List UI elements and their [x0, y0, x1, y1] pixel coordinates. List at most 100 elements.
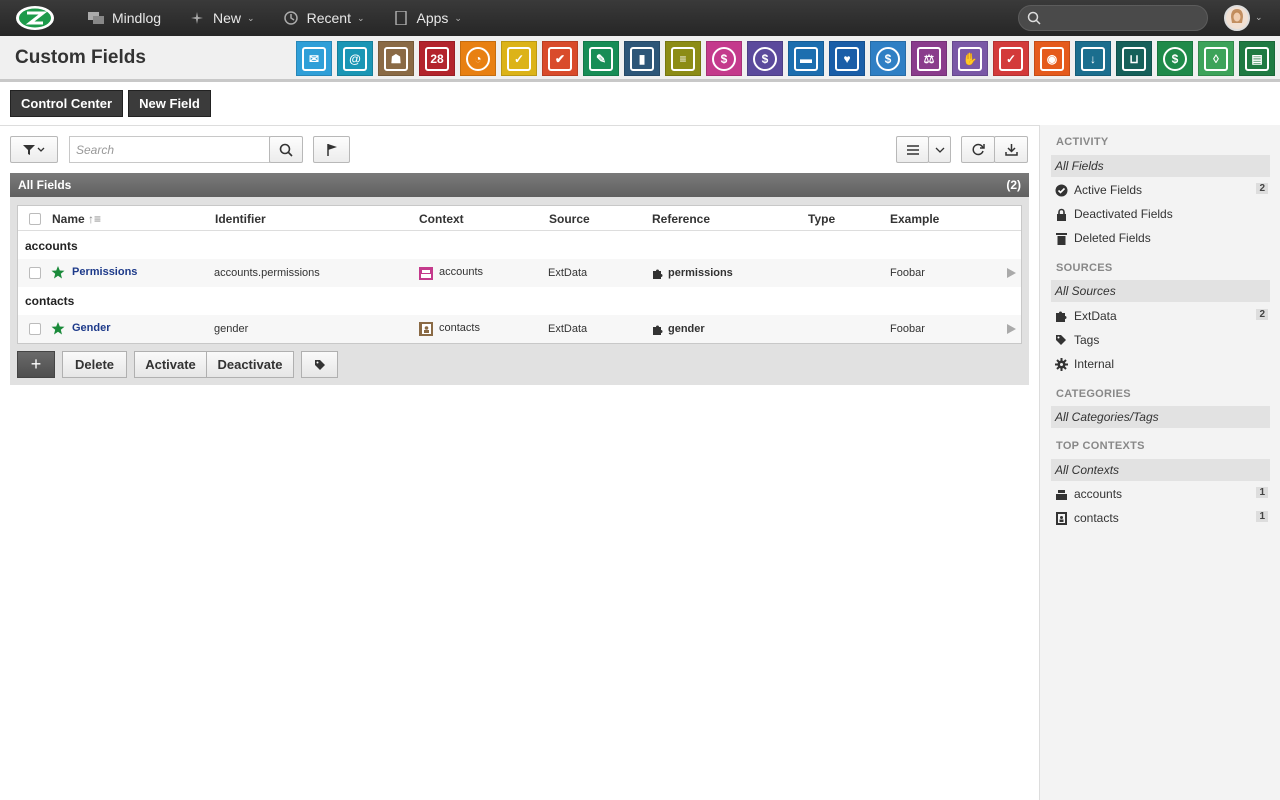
- row-checkbox[interactable]: [29, 323, 41, 335]
- sidebar-item-all-fields[interactable]: All Fields: [1051, 155, 1270, 177]
- filter-dropdown-button[interactable]: [10, 136, 58, 163]
- timer-app-icon[interactable]: ◔: [460, 41, 496, 76]
- database-app-icon-glyph: ▤: [1245, 46, 1269, 71]
- column-identifier[interactable]: Identifier: [215, 212, 266, 226]
- expenses-app-icon[interactable]: $: [870, 41, 906, 76]
- control-center-button[interactable]: Control Center: [10, 90, 123, 117]
- refresh-button[interactable]: [961, 136, 995, 163]
- user-avatar[interactable]: [1224, 5, 1250, 31]
- search-button[interactable]: [269, 136, 303, 163]
- deals-app-icon[interactable]: ✋: [952, 41, 988, 76]
- deactivate-button[interactable]: Deactivate: [207, 351, 294, 378]
- sidebar-item-active-fields[interactable]: Active Fields 2: [1055, 180, 1270, 200]
- sidebar-item-extdata[interactable]: ExtData 2: [1055, 306, 1270, 326]
- column-type[interactable]: Type: [808, 212, 835, 226]
- view-options-dropdown[interactable]: [928, 136, 951, 163]
- sidebar-item-context-contacts[interactable]: contacts 1: [1055, 508, 1270, 528]
- nav-apps-label: Apps: [416, 10, 449, 26]
- nav-apps[interactable]: Apps ⌄: [393, 10, 462, 26]
- column-name[interactable]: Name ↑≡: [52, 212, 101, 226]
- search-input[interactable]: Search: [69, 136, 270, 163]
- star-icon[interactable]: [51, 322, 65, 335]
- field-source: ExtData: [548, 323, 588, 335]
- sidebar: ACTIVITY All Fields Active Fields 2 Deac…: [1039, 125, 1280, 800]
- pdf-app-icon[interactable]: ✓: [993, 41, 1029, 76]
- nav-mindlog[interactable]: Mindlog: [88, 10, 161, 26]
- contacts-app-icon[interactable]: ☗: [378, 41, 414, 76]
- finance-app-icon[interactable]: $: [1157, 41, 1193, 76]
- broadcast-app-icon[interactable]: ◉: [1034, 41, 1070, 76]
- nav-new[interactable]: New ⌄: [189, 10, 255, 26]
- column-reference[interactable]: Reference: [652, 212, 710, 226]
- table-row[interactable]: Permissions accounts.permissions account…: [18, 259, 1021, 287]
- field-example: Foobar: [890, 323, 925, 335]
- count-badge: 1: [1256, 511, 1268, 522]
- search-icon: [1027, 11, 1041, 25]
- flag-icon: [326, 144, 337, 156]
- delete-button[interactable]: Delete: [62, 351, 127, 378]
- group-label: accounts: [25, 239, 78, 253]
- projects-app-icon[interactable]: ✔: [542, 41, 578, 76]
- sidebar-item-context-accounts[interactable]: accounts 1: [1055, 484, 1270, 504]
- column-example[interactable]: Example: [890, 212, 939, 226]
- logo-icon[interactable]: [12, 3, 58, 33]
- field-name-link[interactable]: Gender: [72, 322, 111, 334]
- documents-app-icon[interactable]: ≡: [665, 41, 701, 76]
- deals-app-icon-glyph: ✋: [958, 46, 982, 71]
- star-icon[interactable]: [51, 266, 65, 279]
- sidebar-item-deactivated-fields[interactable]: Deactivated Fields: [1055, 204, 1270, 224]
- sidebar-heading-sources: SOURCES: [1056, 262, 1113, 274]
- bookmarks-app-icon[interactable]: ▮: [624, 41, 660, 76]
- trash-icon: [1056, 232, 1067, 245]
- legal-app-icon[interactable]: ⚖: [911, 41, 947, 76]
- row-expand-arrow-icon[interactable]: [1006, 324, 1016, 334]
- support-app-icon[interactable]: ♥: [829, 41, 865, 76]
- notes-app-icon[interactable]: ✎: [583, 41, 619, 76]
- billing-app-icon[interactable]: $: [747, 41, 783, 76]
- nav-recent[interactable]: Recent ⌄: [283, 10, 365, 26]
- avatar-chevron-down-icon[interactable]: ⌄: [1255, 12, 1263, 23]
- global-search-input[interactable]: [1018, 5, 1208, 31]
- mail-app-icon-glyph: ✉: [302, 46, 326, 71]
- calendar-app-icon[interactable]: 28: [419, 41, 455, 76]
- sidebar-item-all-categories[interactable]: All Categories/Tags: [1051, 406, 1270, 428]
- database-app-icon[interactable]: ▤: [1239, 41, 1275, 76]
- accounts-app-icon[interactable]: $: [706, 41, 742, 76]
- row-expand-arrow-icon[interactable]: [1006, 268, 1016, 278]
- address-app-icon[interactable]: @: [337, 41, 373, 76]
- sidebar-item-deleted-fields[interactable]: Deleted Fields: [1055, 228, 1270, 248]
- row-checkbox[interactable]: [29, 267, 41, 279]
- download-icon: [1004, 144, 1018, 156]
- bookmarks-app-icon-glyph: ▮: [630, 46, 654, 71]
- add-button[interactable]: +: [17, 351, 55, 378]
- pdf-app-icon-glyph: ✓: [999, 46, 1023, 71]
- downloads-app-icon[interactable]: ↓: [1075, 41, 1111, 76]
- sidebar-heading-top-contexts: TOP CONTEXTS: [1056, 440, 1145, 452]
- notes-app-icon-glyph: ✎: [589, 46, 613, 71]
- field-name-link[interactable]: Permissions: [72, 266, 137, 278]
- sidebar-item-all-contexts[interactable]: All Contexts: [1051, 459, 1270, 481]
- column-context[interactable]: Context: [419, 212, 464, 226]
- tag-button[interactable]: [301, 351, 338, 378]
- sidebar-item-tags[interactable]: Tags: [1055, 330, 1270, 350]
- support-app-icon-glyph: ♥: [835, 46, 859, 71]
- flag-button[interactable]: [313, 136, 350, 163]
- table-header: Name ↑≡ Identifier Context Source Refere…: [18, 206, 1021, 231]
- shipping-app-icon[interactable]: ▬: [788, 41, 824, 76]
- select-all-checkbox[interactable]: [29, 213, 41, 225]
- table-row[interactable]: Gender gender contacts ExtData gender Fo…: [18, 315, 1021, 343]
- cart-app-icon[interactable]: ⊔: [1116, 41, 1152, 76]
- tag-icon: [314, 359, 325, 370]
- list-view-button[interactable]: [896, 136, 929, 163]
- pricing-app-icon[interactable]: ◊: [1198, 41, 1234, 76]
- mail-app-icon[interactable]: ✉: [296, 41, 332, 76]
- sidebar-item-all-sources[interactable]: All Sources: [1051, 280, 1270, 302]
- sidebar-item-internal[interactable]: Internal: [1055, 354, 1270, 374]
- group-label: contacts: [25, 294, 75, 308]
- tasks-app-icon[interactable]: ✓: [501, 41, 537, 76]
- billing-app-icon-glyph: $: [753, 46, 777, 71]
- column-source[interactable]: Source: [549, 212, 590, 226]
- export-button[interactable]: [994, 136, 1028, 163]
- new-field-button[interactable]: New Field: [128, 90, 211, 117]
- activate-button[interactable]: Activate: [134, 351, 207, 378]
